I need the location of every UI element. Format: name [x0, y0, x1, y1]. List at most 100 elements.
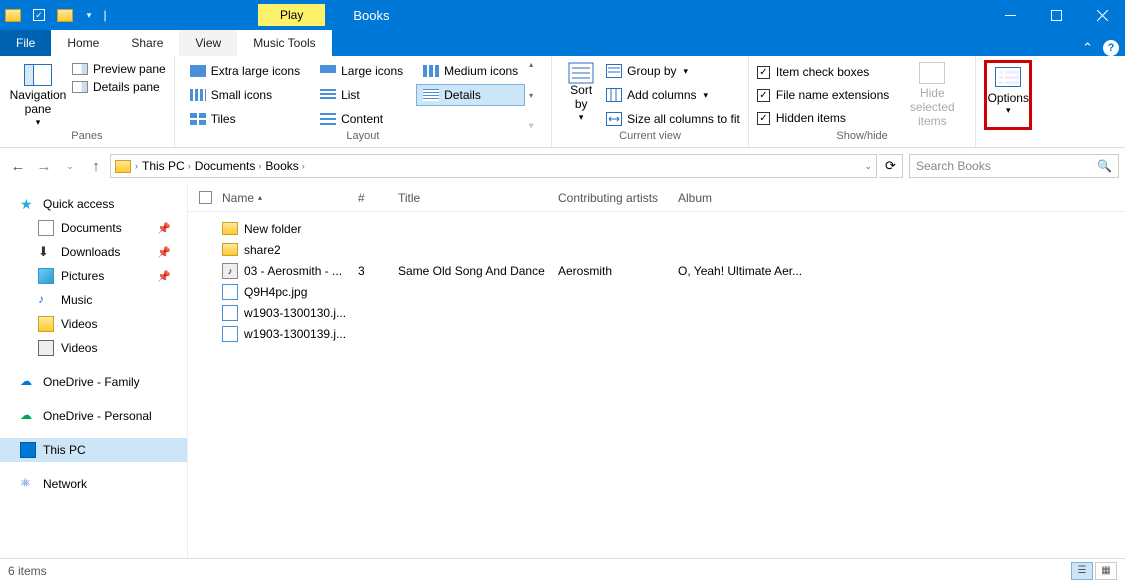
- qat-folder-icon-2[interactable]: [52, 0, 78, 30]
- sidebar-item-onedrive-family[interactable]: ☁OneDrive - Family: [0, 370, 187, 394]
- image-file-icon: [222, 305, 238, 321]
- table-row[interactable]: share2: [188, 239, 1125, 260]
- view-medium-icons[interactable]: Medium icons: [416, 60, 525, 82]
- ribbon-group-show-hide: ✓Item check boxes ✓File name extensions …: [749, 56, 976, 147]
- column-album[interactable]: Album: [678, 191, 1125, 205]
- ribbon: Navigation pane ▾ Preview pane Details p…: [0, 56, 1125, 148]
- file-name: Q9H4pc.jpg: [244, 285, 358, 299]
- minimize-button[interactable]: [987, 0, 1033, 30]
- sort-by-button[interactable]: Sort by ▾: [560, 60, 602, 130]
- chevron-down-icon: ▾: [36, 117, 41, 128]
- view-large-icons[interactable]: Large icons: [313, 60, 410, 82]
- tab-file[interactable]: File: [0, 30, 51, 56]
- layout-scroll[interactable]: ▴▾▿: [529, 60, 543, 130]
- image-file-icon: [222, 284, 238, 300]
- breadcrumb-books[interactable]: Books›: [265, 159, 304, 173]
- address-dropdown[interactable]: ⌄: [864, 161, 872, 172]
- hidden-items-toggle[interactable]: ✓Hidden items: [757, 108, 889, 128]
- address-bar[interactable]: › This PC› Documents› Books› ⌄: [110, 154, 877, 178]
- table-row[interactable]: New folder: [188, 218, 1125, 239]
- contextual-tab-play[interactable]: Play: [258, 4, 325, 26]
- table-row[interactable]: w1903-1300139.j...: [188, 323, 1125, 344]
- sidebar-item-this-pc[interactable]: This PC: [0, 438, 187, 462]
- file-title: Same Old Song And Dance: [398, 264, 558, 278]
- details-pane-button[interactable]: Details pane: [72, 80, 166, 94]
- thumbnails-view-toggle[interactable]: ▦: [1095, 562, 1117, 580]
- minimize-ribbon-icon[interactable]: ⌃: [1082, 40, 1093, 56]
- qat-folder-icon[interactable]: [0, 0, 26, 30]
- video-folder-icon: [38, 316, 54, 332]
- tab-share[interactable]: Share: [115, 30, 179, 56]
- sidebar-item-downloads[interactable]: ⬇Downloads📌: [0, 240, 187, 264]
- sidebar-item-onedrive-personal[interactable]: ☁OneDrive - Personal: [0, 404, 187, 428]
- view-content[interactable]: Content: [313, 108, 410, 130]
- hide-icon: [919, 62, 945, 84]
- recent-locations-button[interactable]: ⌄: [58, 154, 82, 178]
- sidebar-item-network[interactable]: ⚛Network: [0, 472, 187, 496]
- view-tiles[interactable]: Tiles: [183, 108, 307, 130]
- video-icon: [38, 340, 54, 356]
- group-label-show-hide: Show/hide: [757, 130, 967, 145]
- view-extra-large-icons[interactable]: Extra large icons: [183, 60, 307, 82]
- sidebar-item-videos-2[interactable]: Videos: [0, 336, 187, 360]
- group-by-icon: [606, 64, 622, 78]
- file-name: share2: [244, 243, 358, 257]
- table-row[interactable]: Q9H4pc.jpg: [188, 281, 1125, 302]
- add-columns-button[interactable]: Add columns▾: [606, 84, 740, 106]
- column-artist[interactable]: Contributing artists: [558, 191, 678, 205]
- refresh-button[interactable]: ⟳: [879, 154, 903, 178]
- network-icon: ⚛: [20, 476, 36, 492]
- column-name[interactable]: Name▴: [222, 191, 358, 205]
- qat-dropdown[interactable]: ▾: [76, 0, 102, 30]
- breadcrumb: ›: [135, 161, 138, 171]
- sidebar-item-quick-access[interactable]: ★Quick access: [0, 192, 187, 216]
- column-title[interactable]: Title: [398, 191, 558, 205]
- help-icon[interactable]: ?: [1103, 40, 1119, 56]
- pictures-icon: [38, 268, 54, 284]
- back-button[interactable]: ←: [6, 154, 30, 178]
- search-input[interactable]: Search Books 🔍: [909, 154, 1119, 178]
- sidebar-item-documents[interactable]: Documents📌: [0, 216, 187, 240]
- folder-icon: [222, 222, 238, 235]
- preview-pane-button[interactable]: Preview pane: [72, 62, 166, 76]
- view-small-icons[interactable]: Small icons: [183, 84, 307, 106]
- size-all-columns-button[interactable]: Size all columns to fit: [606, 108, 740, 130]
- options-button[interactable]: Options ▾: [984, 60, 1032, 130]
- breadcrumb-documents[interactable]: Documents›: [195, 159, 262, 173]
- up-button[interactable]: ↑: [84, 154, 108, 178]
- sidebar-item-pictures[interactable]: Pictures📌: [0, 264, 187, 288]
- forward-button[interactable]: →: [32, 154, 56, 178]
- table-row[interactable]: w1903-1300130.j...: [188, 302, 1125, 323]
- column-number[interactable]: #: [358, 191, 398, 205]
- window-title: Books: [353, 8, 389, 23]
- select-all-checkbox[interactable]: [188, 191, 222, 204]
- status-bar: 6 items ☰ ▦: [0, 558, 1125, 582]
- ribbon-group-options: Options ▾: [976, 56, 1040, 147]
- view-list[interactable]: List: [313, 84, 410, 106]
- sidebar-item-videos-1[interactable]: Videos: [0, 312, 187, 336]
- file-album: O, Yeah! Ultimate Aer...: [678, 264, 1125, 278]
- view-details[interactable]: Details: [416, 84, 525, 106]
- download-icon: ⬇: [38, 244, 54, 260]
- sidebar-item-music[interactable]: ♪Music: [0, 288, 187, 312]
- tab-music-tools[interactable]: Music Tools: [237, 30, 331, 56]
- breadcrumb-this-pc[interactable]: This PC›: [142, 159, 191, 173]
- details-view-toggle[interactable]: ☰: [1071, 562, 1093, 580]
- tab-home[interactable]: Home: [51, 30, 115, 56]
- navigation-pane-button[interactable]: Navigation pane ▾: [8, 60, 68, 130]
- file-name: w1903-1300130.j...: [244, 306, 358, 320]
- group-by-button[interactable]: Group by▾: [606, 60, 740, 82]
- file-name-extensions-toggle[interactable]: ✓File name extensions: [757, 85, 889, 105]
- tab-view[interactable]: View: [179, 30, 237, 56]
- ribbon-group-panes: Navigation pane ▾ Preview pane Details p…: [0, 56, 175, 147]
- ribbon-help-area: ⌃ ?: [1082, 40, 1125, 56]
- checkbox-checked-icon: ✓: [757, 66, 770, 79]
- checkbox-checked-icon: ✓: [757, 112, 770, 125]
- navigation-pane-label: Navigation pane: [10, 89, 67, 117]
- close-button[interactable]: [1079, 0, 1125, 30]
- pc-icon: [20, 442, 36, 458]
- maximize-button[interactable]: [1033, 0, 1079, 30]
- table-row[interactable]: ♪03 - Aerosmith - ...3Same Old Song And …: [188, 260, 1125, 281]
- qat-check[interactable]: ✓: [26, 0, 52, 30]
- item-check-boxes-toggle[interactable]: ✓Item check boxes: [757, 62, 889, 82]
